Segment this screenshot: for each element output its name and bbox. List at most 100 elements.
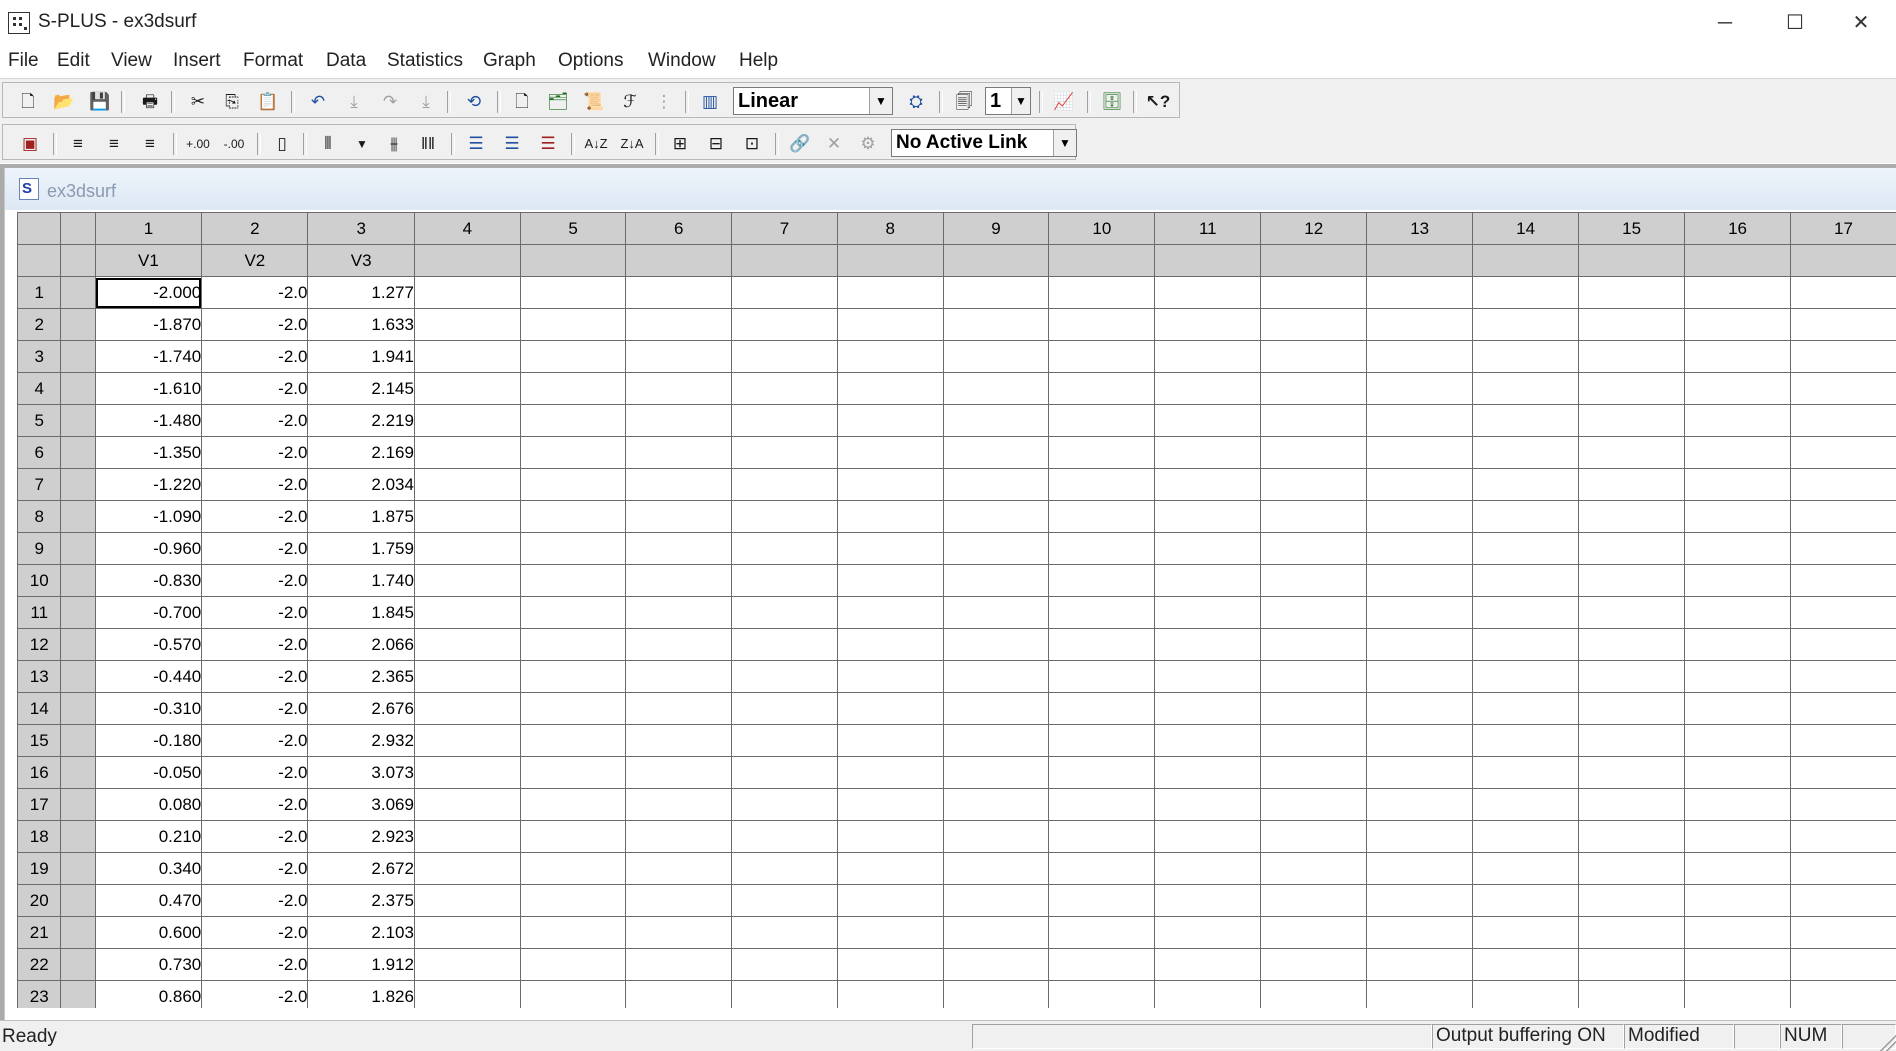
empty-cell[interactable] bbox=[732, 405, 838, 437]
empty-cell[interactable] bbox=[1261, 885, 1367, 917]
empty-cell[interactable] bbox=[1155, 981, 1261, 1009]
empty-cell[interactable] bbox=[626, 885, 732, 917]
empty-cell[interactable] bbox=[1367, 853, 1473, 885]
expand-column-icon[interactable]: ⊞ bbox=[667, 131, 693, 157]
empty-cell[interactable] bbox=[520, 885, 626, 917]
column-header-15[interactable]: 15 bbox=[1579, 213, 1685, 245]
empty-cell[interactable] bbox=[520, 981, 626, 1009]
row-state-cell[interactable] bbox=[61, 821, 95, 853]
data-link-icon[interactable]: 🗄 bbox=[1099, 89, 1125, 115]
empty-cell[interactable] bbox=[732, 693, 838, 725]
empty-cell[interactable] bbox=[837, 341, 943, 373]
empty-cell[interactable] bbox=[943, 629, 1049, 661]
empty-cell[interactable] bbox=[1367, 277, 1473, 309]
column-name-header[interactable] bbox=[1791, 245, 1896, 277]
function-icon[interactable]: ℱ bbox=[617, 89, 643, 115]
empty-cell[interactable] bbox=[626, 501, 732, 533]
empty-cell[interactable] bbox=[414, 981, 520, 1009]
empty-cell[interactable] bbox=[837, 597, 943, 629]
row-header[interactable]: 1 bbox=[18, 277, 61, 309]
empty-cell[interactable] bbox=[1579, 437, 1685, 469]
data-cell-v3[interactable]: 2.219 bbox=[308, 405, 415, 437]
menu-format[interactable]: Format bbox=[243, 50, 303, 72]
maximize-button[interactable]: ☐ bbox=[1760, 6, 1830, 40]
row-state-cell[interactable] bbox=[61, 597, 95, 629]
column-header-1[interactable]: 1 bbox=[95, 213, 202, 245]
data-cell-v3[interactable]: 2.923 bbox=[308, 821, 415, 853]
empty-cell[interactable] bbox=[837, 373, 943, 405]
data-cell-v2[interactable]: -2.0 bbox=[202, 693, 308, 725]
data-cell-v2[interactable]: -2.0 bbox=[202, 629, 308, 661]
data-cell-v3[interactable]: 2.145 bbox=[308, 373, 415, 405]
empty-cell[interactable] bbox=[1261, 597, 1367, 629]
empty-cell[interactable] bbox=[520, 309, 626, 341]
data-cell-v2[interactable]: -2.0 bbox=[202, 821, 308, 853]
data-cell-v1[interactable]: 0.600 bbox=[95, 917, 202, 949]
data-cell-v3[interactable]: 1.740 bbox=[308, 565, 415, 597]
empty-cell[interactable] bbox=[1579, 597, 1685, 629]
empty-cell[interactable] bbox=[414, 565, 520, 597]
link-settings-icon[interactable]: ⚙ bbox=[855, 131, 881, 157]
data-cell-v3[interactable]: 2.034 bbox=[308, 469, 415, 501]
empty-cell[interactable] bbox=[1791, 309, 1896, 341]
empty-cell[interactable] bbox=[1473, 725, 1579, 757]
data-cell-v3[interactable]: 2.066 bbox=[308, 629, 415, 661]
empty-cell[interactable] bbox=[943, 725, 1049, 757]
undo-list-icon[interactable]: ⤓ bbox=[341, 89, 367, 115]
empty-cell[interactable] bbox=[1367, 981, 1473, 1009]
empty-cell[interactable] bbox=[1791, 725, 1896, 757]
data-window-icon[interactable]: ▣ bbox=[17, 131, 43, 157]
empty-cell[interactable] bbox=[1685, 597, 1791, 629]
empty-cell[interactable] bbox=[1473, 789, 1579, 821]
empty-cell[interactable] bbox=[1261, 757, 1367, 789]
format-column-icon[interactable]: ▯ bbox=[269, 131, 295, 157]
empty-cell[interactable] bbox=[1579, 533, 1685, 565]
data-cell-v2[interactable]: -2.0 bbox=[202, 885, 308, 917]
row-state-cell[interactable] bbox=[61, 373, 95, 405]
empty-cell[interactable] bbox=[837, 885, 943, 917]
empty-cell[interactable] bbox=[626, 597, 732, 629]
empty-cell[interactable] bbox=[1579, 949, 1685, 981]
align-left-icon[interactable]: ≡ bbox=[65, 131, 91, 157]
empty-cell[interactable] bbox=[1473, 277, 1579, 309]
empty-cell[interactable] bbox=[1261, 629, 1367, 661]
empty-cell[interactable] bbox=[1791, 661, 1896, 693]
empty-cell[interactable] bbox=[1261, 501, 1367, 533]
wrap-icon[interactable]: ☰ bbox=[499, 131, 525, 157]
empty-cell[interactable] bbox=[837, 533, 943, 565]
empty-cell[interactable] bbox=[1367, 821, 1473, 853]
empty-cell[interactable] bbox=[520, 949, 626, 981]
empty-cell[interactable] bbox=[1791, 277, 1896, 309]
empty-cell[interactable] bbox=[837, 629, 943, 661]
empty-cell[interactable] bbox=[1261, 469, 1367, 501]
empty-cell[interactable] bbox=[1261, 821, 1367, 853]
empty-cell[interactable] bbox=[837, 725, 943, 757]
graph-palette-icon[interactable]: 📈 bbox=[1051, 89, 1077, 115]
row-state-cell[interactable] bbox=[61, 533, 95, 565]
empty-cell[interactable] bbox=[1367, 565, 1473, 597]
empty-cell[interactable] bbox=[837, 565, 943, 597]
empty-cell[interactable] bbox=[1791, 853, 1896, 885]
data-cell-v1[interactable]: -2.000 bbox=[95, 277, 202, 309]
empty-cell[interactable] bbox=[520, 597, 626, 629]
empty-cell[interactable] bbox=[1791, 629, 1896, 661]
data-cell-v2[interactable]: -2.0 bbox=[202, 341, 308, 373]
data-cell-v3[interactable]: 2.169 bbox=[308, 437, 415, 469]
empty-cell[interactable] bbox=[943, 885, 1049, 917]
row-state-cell[interactable] bbox=[61, 437, 95, 469]
data-cell-v3[interactable]: 2.932 bbox=[308, 725, 415, 757]
empty-cell[interactable] bbox=[1261, 661, 1367, 693]
empty-cell[interactable] bbox=[837, 309, 943, 341]
column-name-header[interactable] bbox=[1685, 245, 1791, 277]
empty-cell[interactable] bbox=[1791, 501, 1896, 533]
column-header-6[interactable]: 6 bbox=[626, 213, 732, 245]
empty-cell[interactable] bbox=[1261, 725, 1367, 757]
empty-cell[interactable] bbox=[1261, 693, 1367, 725]
empty-cell[interactable] bbox=[837, 437, 943, 469]
empty-cell[interactable] bbox=[943, 277, 1049, 309]
empty-cell[interactable] bbox=[1049, 821, 1155, 853]
empty-cell[interactable] bbox=[520, 469, 626, 501]
empty-cell[interactable] bbox=[732, 341, 838, 373]
empty-cell[interactable] bbox=[520, 405, 626, 437]
empty-cell[interactable] bbox=[1367, 629, 1473, 661]
